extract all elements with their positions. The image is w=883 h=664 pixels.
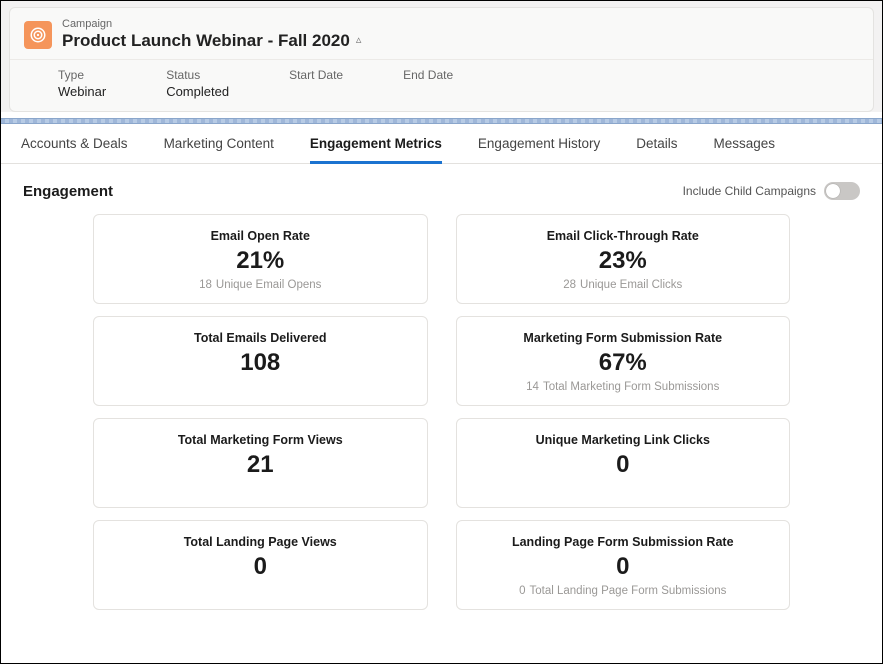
metric-link-clicks: Unique Marketing Link Clicks 0 xyxy=(456,418,791,508)
toggle-label: Include Child Campaigns xyxy=(683,184,816,198)
metric-subtext xyxy=(104,483,417,495)
page-title: Product Launch Webinar - Fall 2020 ▵ xyxy=(62,31,361,51)
metric-title: Total Emails Delivered xyxy=(104,331,417,345)
record-kicker: Campaign xyxy=(62,18,361,31)
metric-title: Total Landing Page Views xyxy=(104,535,417,549)
metric-value: 23% xyxy=(467,247,780,275)
metric-emails-delivered: Total Emails Delivered 108 xyxy=(93,316,428,406)
metric-form-submission-rate: Marketing Form Submission Rate 67% 14Tot… xyxy=(456,316,791,406)
metric-title: Email Click-Through Rate xyxy=(467,229,780,243)
metric-title: Email Open Rate xyxy=(104,229,417,243)
include-child-campaigns-toggle[interactable] xyxy=(824,182,860,200)
record-title-text: Product Launch Webinar - Fall 2020 xyxy=(62,31,350,51)
metric-subtext xyxy=(467,483,780,495)
meta-start-label: Start Date xyxy=(289,68,343,82)
record-header: Campaign Product Launch Webinar - Fall 2… xyxy=(9,7,874,112)
tab-engagement-history[interactable]: Engagement History xyxy=(478,136,600,163)
hierarchy-icon[interactable]: ▵ xyxy=(356,34,362,47)
metric-subtext: 18Unique Email Opens xyxy=(104,279,417,291)
metric-value: 67% xyxy=(467,349,780,377)
metric-title: Unique Marketing Link Clicks xyxy=(467,433,780,447)
metric-value: 21 xyxy=(104,451,417,479)
metric-value: 0 xyxy=(467,451,780,479)
tab-details[interactable]: Details xyxy=(636,136,677,163)
tab-accounts[interactable]: Accounts & Deals xyxy=(21,136,128,163)
metric-subtext: 0Total Landing Page Form Submissions xyxy=(467,585,780,597)
meta-status-label: Status xyxy=(166,68,229,82)
tab-bar: Accounts & Deals Marketing Content Engag… xyxy=(1,124,882,164)
tab-engagement-metrics[interactable]: Engagement Metrics xyxy=(310,136,442,164)
metric-value: 108 xyxy=(104,349,417,377)
metric-title: Landing Page Form Submission Rate xyxy=(467,535,780,549)
metric-value: 0 xyxy=(467,553,780,581)
tab-messages[interactable]: Messages xyxy=(714,136,776,163)
record-meta: Type Webinar Status Completed Start Date… xyxy=(10,59,873,111)
metric-form-views: Total Marketing Form Views 21 xyxy=(93,418,428,508)
tab-marketing-content[interactable]: Marketing Content xyxy=(164,136,274,163)
meta-status-value: Completed xyxy=(166,84,229,99)
metrics-grid: Email Open Rate 21% 18Unique Email Opens… xyxy=(23,214,860,610)
metric-value: 0 xyxy=(104,553,417,581)
metric-title: Marketing Form Submission Rate xyxy=(467,331,780,345)
section-title: Engagement xyxy=(23,183,113,200)
metric-email-open-rate: Email Open Rate 21% 18Unique Email Opens xyxy=(93,214,428,304)
metric-landing-page-views: Total Landing Page Views 0 xyxy=(93,520,428,610)
meta-type-value: Webinar xyxy=(58,84,106,99)
metric-subtext: 28Unique Email Clicks xyxy=(467,279,780,291)
metric-subtext xyxy=(104,381,417,393)
metric-value: 21% xyxy=(104,247,417,275)
metric-title: Total Marketing Form Views xyxy=(104,433,417,447)
meta-type-label: Type xyxy=(58,68,106,82)
campaign-icon xyxy=(24,21,52,49)
metric-subtext xyxy=(104,585,417,597)
metric-email-ctr: Email Click-Through Rate 23% 28Unique Em… xyxy=(456,214,791,304)
metric-subtext: 14Total Marketing Form Submissions xyxy=(467,381,780,393)
meta-end-label: End Date xyxy=(403,68,453,82)
metric-landing-page-form-rate: Landing Page Form Submission Rate 0 0Tot… xyxy=(456,520,791,610)
